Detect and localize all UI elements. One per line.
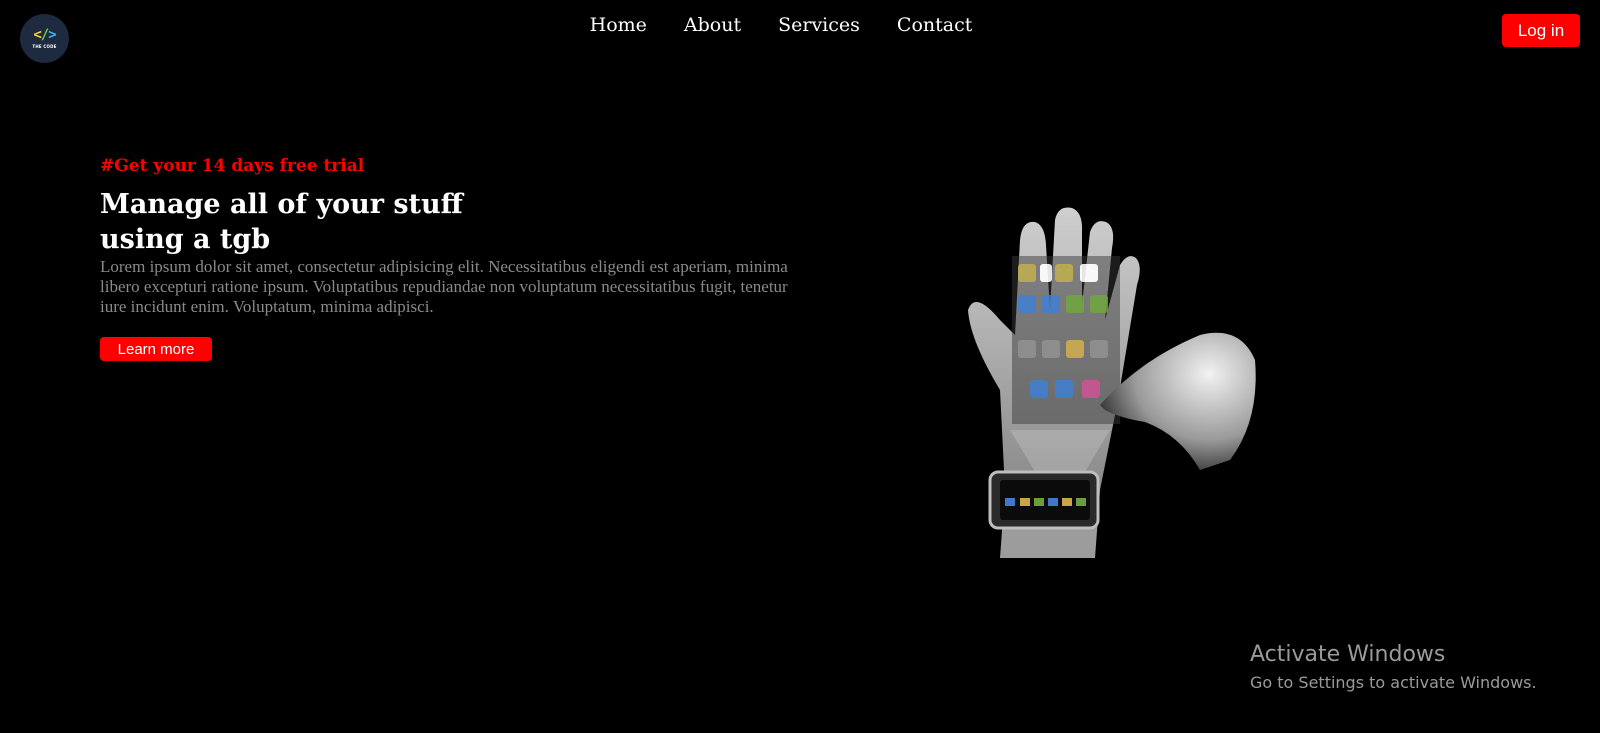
hand-phone-illustration xyxy=(968,207,1256,558)
login-button[interactable]: Log in xyxy=(1502,14,1580,47)
main-nav: Home About Services Contact xyxy=(0,14,1600,36)
activate-windows-watermark: Activate Windows Go to Settings to activ… xyxy=(1250,641,1537,694)
code-icon: </> xyxy=(33,27,56,43)
hero-section: #Get your 14 days free trial Manage all … xyxy=(100,155,800,361)
nav-home[interactable]: Home xyxy=(590,14,647,36)
activate-subtitle: Go to Settings to activate Windows. xyxy=(1250,673,1537,692)
hero-body: Lorem ipsum dolor sit amet, consectetur … xyxy=(100,257,788,316)
hero-headline: Manage all of your stuff using a tgb xyxy=(100,189,463,255)
logo-text: THE CODE xyxy=(32,44,57,49)
logo[interactable]: </> THE CODE xyxy=(20,14,69,63)
hero-tag: #Get your 14 days free trial xyxy=(100,156,365,176)
nav-about[interactable]: About xyxy=(684,14,741,36)
nav-contact[interactable]: Contact xyxy=(897,14,972,36)
hero-image xyxy=(800,160,1392,558)
activate-title: Activate Windows xyxy=(1250,642,1446,667)
learn-more-button[interactable]: Learn more xyxy=(100,337,212,361)
nav-services[interactable]: Services xyxy=(778,14,860,36)
